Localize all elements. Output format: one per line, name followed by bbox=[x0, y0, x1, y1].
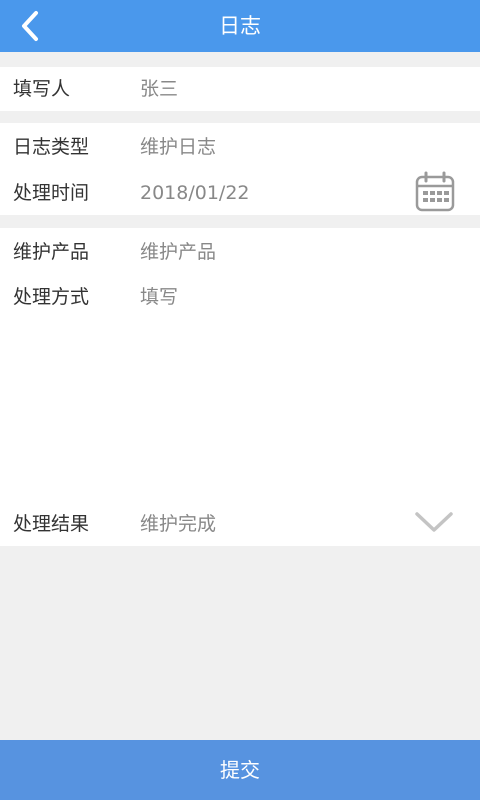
result-row[interactable]: 处理结果 维护完成 bbox=[0, 502, 480, 546]
method-row[interactable]: 处理方式 填写 bbox=[0, 275, 480, 495]
submit-button[interactable]: 提交 bbox=[0, 740, 480, 800]
process-time-value: 2018/01/22 bbox=[140, 182, 250, 204]
product-row[interactable]: 维护产品 维护产品 bbox=[0, 230, 480, 274]
process-time-label: 处理时间 bbox=[13, 182, 90, 204]
result-dropdown-button[interactable] bbox=[414, 508, 454, 540]
chevron-down-icon bbox=[415, 512, 453, 532]
product-label: 维护产品 bbox=[13, 241, 90, 263]
writer-section: 填写人 张三 bbox=[0, 67, 480, 111]
product-input[interactable]: 维护产品 bbox=[140, 230, 216, 274]
calendar-icon bbox=[415, 171, 455, 212]
top-bar: 日志 bbox=[0, 0, 480, 52]
process-time-row[interactable]: 处理时间 2018/01/22 bbox=[0, 171, 480, 215]
result-label: 处理结果 bbox=[13, 513, 90, 535]
result-select-value: 维护完成 bbox=[140, 513, 217, 535]
log-info-section: 日志类型 维护日志 处理时间 2018/01/22 bbox=[0, 123, 480, 215]
method-textarea[interactable]: 填写 bbox=[140, 275, 178, 319]
calendar-button[interactable] bbox=[414, 171, 456, 217]
page-title: 日志 bbox=[219, 14, 261, 38]
process-section: 维护产品 维护产品 处理方式 填写 处理结果 维护完成 bbox=[0, 228, 480, 546]
method-label: 处理方式 bbox=[13, 286, 90, 308]
writer-label: 填写人 bbox=[13, 78, 71, 100]
writer-value: 张三 bbox=[140, 78, 179, 100]
log-type-label: 日志类型 bbox=[13, 136, 90, 158]
log-type-value: 维护日志 bbox=[140, 136, 217, 158]
log-type-row[interactable]: 日志类型 维护日志 bbox=[0, 125, 480, 169]
writer-row: 填写人 张三 bbox=[0, 67, 480, 111]
